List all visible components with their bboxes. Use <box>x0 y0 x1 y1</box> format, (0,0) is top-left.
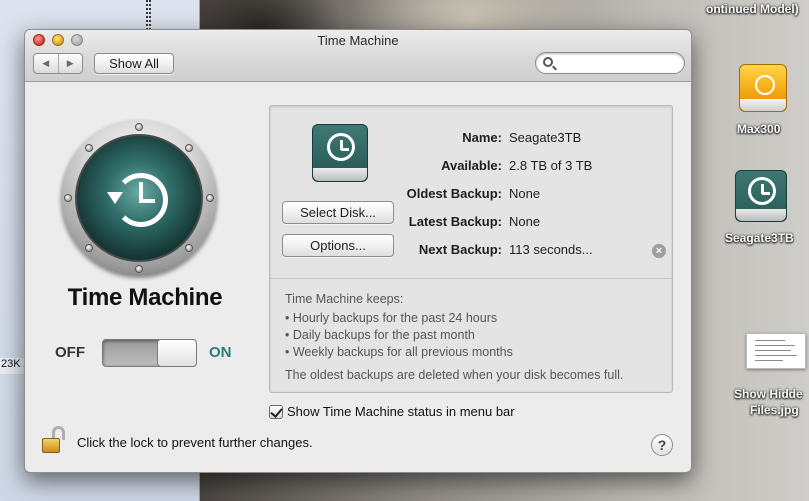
panel-divider <box>270 278 672 279</box>
time-machine-drive-icon[interactable] <box>733 166 789 224</box>
name-value: Seagate3TB <box>509 130 582 145</box>
show-status-label[interactable]: Show Time Machine status in menu bar <box>287 404 515 419</box>
title-bar[interactable]: Time Machine ◀ ▶ Show All <box>25 30 691 82</box>
oldest-backup-value: None <box>509 186 541 201</box>
desktop-icon-label[interactable]: Seagate3TB <box>725 231 794 245</box>
size-fragment: 23K / <box>0 358 24 374</box>
firewire-drive-icon[interactable] <box>737 58 789 114</box>
available-value: 2.8 TB of 3 TB <box>509 158 593 173</box>
backup-info-panel: Select Disk... Options... Name: Seagate3… <box>269 105 673 393</box>
keeps-item: • Daily backups for the past month <box>285 328 475 342</box>
document-thumbnail-icon[interactable] <box>746 333 806 369</box>
toggle-on-label: ON <box>209 344 232 361</box>
show-status-checkbox[interactable] <box>269 404 283 419</box>
nav-back-forward: ◀ ▶ <box>33 53 83 74</box>
time-machine-logo-icon <box>61 120 217 276</box>
lock-icon[interactable] <box>42 426 68 454</box>
name-label: Name: <box>462 130 502 145</box>
on-off-toggle[interactable] <box>102 339 197 367</box>
help-button[interactable]: ? <box>651 434 673 456</box>
backup-disk-icon <box>312 124 368 182</box>
desktop-icon-label[interactable]: Max300 <box>737 122 780 136</box>
latest-backup-label: Latest Backup: <box>408 214 502 229</box>
options-button[interactable]: Options... <box>282 234 394 257</box>
toggle-off-label: OFF <box>55 344 85 361</box>
back-arrow-icon[interactable]: ◀ <box>34 54 59 73</box>
desktop-icon-label[interactable]: Files.jpg <box>750 403 799 417</box>
cancel-backup-icon[interactable]: × <box>652 244 666 258</box>
lock-text: Click the lock to prevent further change… <box>77 435 313 450</box>
window-title: Time Machine <box>317 33 399 48</box>
oldest-backups-note: The oldest backups are deleted when your… <box>285 368 624 382</box>
preferences-window: Time Machine ◀ ▶ Show All Time Machine O… <box>24 29 692 473</box>
desktop-icon-label[interactable]: Show Hidde <box>734 387 803 401</box>
keeps-item: • Hourly backups for the past 24 hours <box>285 311 498 325</box>
select-disk-button[interactable]: Select Disk... <box>282 201 394 224</box>
search-input[interactable] <box>558 55 678 71</box>
desktop-top-label: ontinued Model) <box>706 2 799 16</box>
search-icon <box>543 57 553 67</box>
next-backup-value: 113 seconds... <box>509 242 593 257</box>
next-backup-label: Next Backup: <box>418 242 502 257</box>
keeps-heading: Time Machine keeps: <box>285 292 404 306</box>
menu-bar-status-option[interactable]: Show Time Machine status in menu bar <box>269 404 515 419</box>
latest-backup-value: None <box>509 214 541 229</box>
toggle-knob[interactable] <box>157 339 197 367</box>
oldest-backup-label: Oldest Backup: <box>406 186 502 201</box>
search-field[interactable] <box>535 52 685 74</box>
dotted-marker <box>146 0 151 30</box>
show-all-button[interactable]: Show All <box>94 53 174 74</box>
app-name-heading: Time Machine <box>67 284 223 311</box>
forward-arrow-icon[interactable]: ▶ <box>59 54 83 73</box>
keeps-item: • Weekly backups for all previous months <box>285 345 513 359</box>
available-label: Available: <box>441 158 502 173</box>
